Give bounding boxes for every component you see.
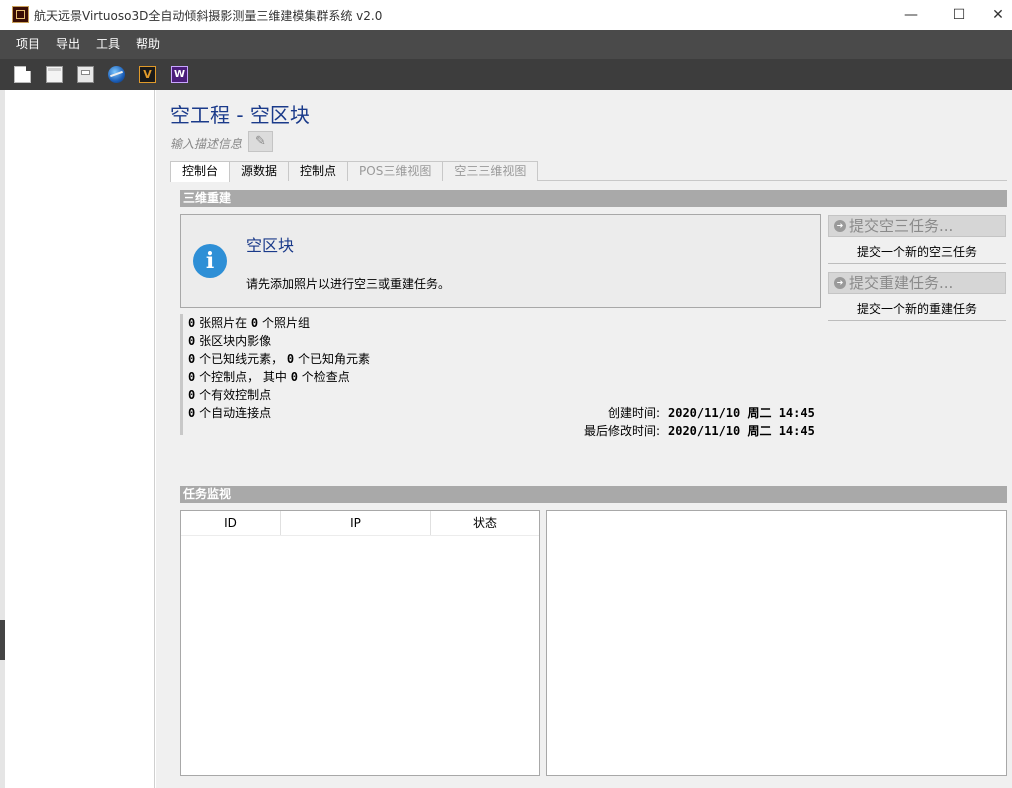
close-button[interactable]: ✕ — [984, 0, 1012, 30]
globe-icon[interactable] — [108, 66, 125, 83]
submit-reconstruction-description: 提交一个新的重建任务 — [856, 302, 977, 316]
virtuoso-v-icon[interactable]: V — [139, 66, 156, 83]
stat-auto-tie-points: 0 个自动连接点 — [188, 404, 271, 421]
section-header-task-monitor: 任务监视 — [180, 486, 1007, 503]
toolbar: V W — [0, 59, 1012, 90]
stat-photos-count: 0 — [188, 316, 196, 330]
menu-export[interactable]: 导出 — [48, 30, 88, 59]
edit-description-button[interactable]: ✎ — [248, 131, 273, 152]
menu-help[interactable]: 帮助 — [128, 30, 168, 59]
stat-block-images: 0 张区块内影像 — [188, 332, 271, 349]
stat-control-points: 0 个控制点， 其中 0 个检查点 — [188, 368, 350, 385]
modified-time-value: 2020/11/10 周二 14:45 — [668, 424, 815, 438]
maximize-button[interactable]: ☐ — [936, 0, 982, 30]
info-box — [180, 214, 821, 308]
save-icon[interactable] — [77, 66, 94, 83]
menu-project[interactable]: 项目 — [0, 30, 48, 59]
stats-accent-bar — [180, 314, 183, 435]
created-time-label: 创建时间: — [607, 406, 660, 420]
viewer-w-icon[interactable]: W — [171, 66, 188, 83]
stat-control-points-count: 0 — [188, 370, 196, 384]
modified-time-label: 最后修改时间: — [583, 424, 660, 438]
task-table-header: ID IP 状态 — [181, 511, 539, 536]
submit-aerotriangulation-description: 提交一个新的空三任务 — [856, 245, 977, 259]
description-hint[interactable]: 输入描述信息 — [170, 135, 242, 152]
stat-photo-groups-text: 个照片组 — [261, 316, 310, 330]
stat-known-lines-text: 个已知线元素， — [199, 352, 284, 366]
stat-known-angles-count: 0 — [286, 352, 295, 366]
pencil-icon: ✎ — [255, 134, 266, 149]
project-tree-panel[interactable] — [5, 90, 155, 788]
tab-source-data[interactable]: 源数据 — [229, 161, 290, 181]
arrow-right-icon: ➜ — [834, 220, 846, 232]
arrow-right-icon: ➜ — [834, 277, 846, 289]
tab-pos-3d-view[interactable]: POS三维视图 — [347, 161, 444, 181]
info-message: 请先添加照片以进行空三或重建任务。 — [246, 277, 451, 291]
stat-valid-control-points-text: 个有效控制点 — [199, 388, 272, 402]
info-icon: i — [193, 244, 227, 278]
stat-known-angles-text: 个已知角元素 — [297, 352, 370, 366]
column-header-status[interactable]: 状态 — [431, 511, 539, 535]
tab-aero-3d-view[interactable]: 空三三维视图 — [442, 161, 539, 181]
new-file-icon[interactable] — [14, 66, 31, 83]
stat-auto-tie-points-count: 0 — [188, 406, 196, 420]
app-logo-icon — [12, 6, 29, 23]
action-separator — [828, 263, 1006, 264]
stat-check-points-count: 0 — [290, 370, 298, 384]
stat-photos: 0 张照片在 0 个照片组 — [188, 314, 310, 331]
submit-reconstruction-label: 提交重建任务... — [849, 274, 954, 292]
column-header-ip[interactable]: IP — [281, 511, 431, 535]
stat-photos-text: 张照片在 — [199, 316, 248, 330]
stat-known-lines-count: 0 — [188, 352, 196, 366]
stat-known-elements: 0 个已知线元素， 0 个已知角元素 — [188, 350, 370, 367]
open-folder-icon[interactable] — [46, 66, 63, 83]
stat-valid-control-points: 0 个有效控制点 — [188, 386, 271, 403]
task-log-panel[interactable] — [546, 510, 1007, 776]
tab-bar: 控制台 源数据 控制点 POS三维视图 空三三维视图 — [170, 161, 539, 182]
submit-reconstruction-button[interactable]: ➜ 提交重建任务... — [828, 272, 1006, 294]
stat-photo-groups-count: 0 — [250, 316, 259, 330]
menu-bar: 项目 导出 工具 帮助 — [0, 30, 1012, 59]
stat-auto-tie-points-text: 个自动连接点 — [199, 406, 272, 420]
stat-check-points-text: 个检查点 — [301, 370, 350, 384]
action-separator — [828, 320, 1006, 321]
tab-console[interactable]: 控制台 — [170, 161, 231, 182]
stat-block-images-count: 0 — [188, 334, 196, 348]
minimize-button[interactable]: — — [888, 0, 934, 30]
page-title: 空工程 - 空区块 — [170, 103, 310, 127]
window-title: 航天远景Virtuoso3D全自动倾斜摄影测量三维建模集群系统 v2.0 — [34, 9, 383, 23]
stat-valid-control-points-count: 0 — [188, 388, 196, 402]
menu-tools[interactable]: 工具 — [88, 30, 128, 59]
stat-control-points-text: 个控制点， 其中 — [199, 370, 287, 384]
info-title: 空区块 — [246, 236, 295, 255]
stat-block-images-text: 张区块内影像 — [199, 334, 272, 348]
section-header-reconstruction: 三维重建 — [180, 190, 1007, 207]
submit-aerotriangulation-label: 提交空三任务... — [849, 217, 954, 235]
tab-control-points[interactable]: 控制点 — [288, 161, 349, 181]
column-header-id[interactable]: ID — [181, 511, 281, 535]
submit-aerotriangulation-button[interactable]: ➜ 提交空三任务... — [828, 215, 1006, 237]
created-time-value: 2020/11/10 周二 14:45 — [668, 406, 815, 420]
task-table[interactable] — [180, 510, 540, 776]
